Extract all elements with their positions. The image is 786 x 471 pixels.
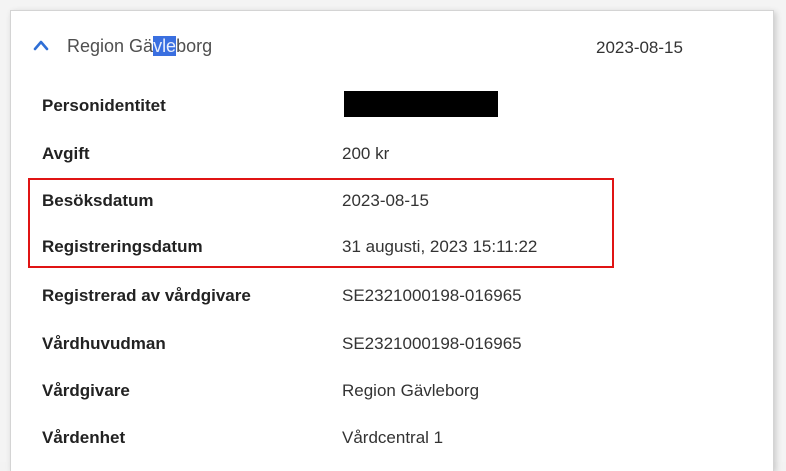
field-label: Vårdenhet: [42, 428, 126, 447]
field-label: Registrerad av vårdgivare: [42, 286, 251, 305]
redacted-value: [344, 91, 498, 117]
row-vardenhet: Vårdenhet Vårdcentral 1: [11, 415, 773, 461]
field-label: Personidentitet: [42, 96, 166, 115]
visit-details-panel: Region Gävleborg 2023-08-15 Personidenti…: [10, 10, 774, 471]
panel-header[interactable]: Region Gävleborg 2023-08-15: [11, 11, 773, 81]
row-avgift: Avgift 200 kr: [11, 131, 773, 177]
region-title-part-1: Region Gä: [67, 36, 154, 56]
field-value: Vårdcentral 1: [342, 428, 444, 447]
annotation-highlight-box: [28, 178, 614, 268]
field-label: Vårdhuvudman: [42, 334, 166, 353]
field-value: SE2321000198-016965: [342, 334, 522, 353]
text-selection-highlight: vle: [153, 36, 177, 56]
field-value: Region Gävleborg: [342, 381, 480, 400]
row-vardhuvudman: Vårdhuvudman SE2321000198-016965: [11, 321, 773, 367]
region-title-part-2: borg: [176, 36, 213, 56]
field-value: SE2321000198-016965: [342, 286, 522, 305]
row-registrerad-av-vardgivare: Registrerad av vårdgivare SE2321000198-0…: [11, 273, 773, 319]
field-label: Avgift: [42, 144, 90, 163]
row-vardgivare: Vårdgivare Region Gävleborg: [11, 368, 773, 414]
field-value: 200 kr: [342, 144, 390, 163]
field-label: Vårdgivare: [42, 381, 130, 400]
screenshot-frame: Region Gävleborg 2023-08-15 Personidenti…: [0, 0, 786, 471]
header-date: 2023-08-15: [596, 38, 683, 57]
chevron-up-icon[interactable]: [33, 39, 49, 51]
region-title: Region Gävleborg: [67, 34, 212, 58]
